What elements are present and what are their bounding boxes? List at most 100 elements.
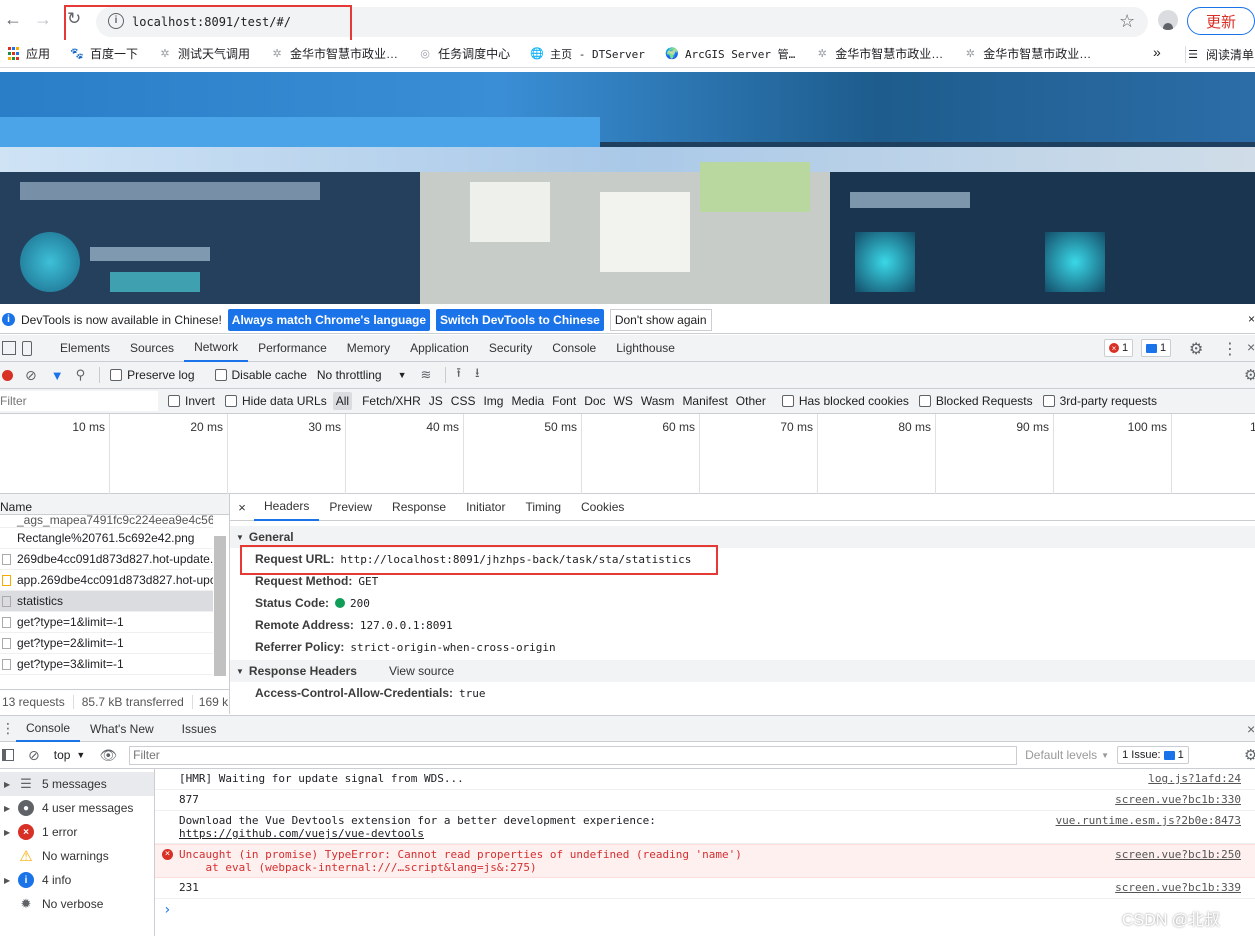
bookmark-task-center[interactable]: ◎ 任务调度中心 — [418, 45, 510, 62]
blocked-requests-checkbox[interactable] — [918, 395, 931, 407]
type-filter-fetch-xhr[interactable]: Fetch/XHR — [362, 394, 421, 408]
disable-cache-checkbox[interactable] — [214, 369, 227, 381]
console-settings-gear-icon[interactable]: ⚙ — [1244, 746, 1255, 764]
export-har-icon[interactable]: ⭳ — [475, 364, 480, 386]
type-filter-font[interactable]: Font — [552, 394, 576, 408]
reading-list[interactable]: ☰ 阅读清单 — [1185, 46, 1254, 63]
tab-console[interactable]: Console — [542, 335, 606, 362]
request-row[interactable]: get?type=3&limit=-1 — [0, 654, 213, 675]
bookmark-jinhua-3[interactable]: ✲ 金华市智慧市政业… — [963, 45, 1092, 62]
inspect-element-icon[interactable] — [2, 341, 16, 355]
invert-checkbox[interactable] — [168, 395, 180, 407]
switch-to-chinese-button[interactable]: Switch DevTools to Chinese — [436, 308, 604, 331]
message-source-link[interactable]: log.js?1afd:24 — [1148, 772, 1241, 785]
message-source-link[interactable]: screen.vue?bc1b:250 — [1115, 848, 1241, 861]
clear-icon[interactable]: ⊘ — [25, 367, 37, 384]
bookmark-star-icon[interactable]: ☆ — [1119, 11, 1135, 32]
type-filter-all[interactable]: All — [332, 392, 353, 410]
profile-avatar-icon[interactable] — [1158, 10, 1178, 30]
bookmark-jinhua-1[interactable]: ✲ 金华市智慧市政业… — [270, 45, 398, 62]
message-source-link[interactable]: screen.vue?bc1b:339 — [1115, 881, 1241, 894]
network-filter-input[interactable] — [0, 391, 158, 411]
infobar-close-icon[interactable]: × — [1248, 312, 1255, 326]
request-list-scrollbar[interactable] — [214, 536, 226, 676]
back-arrow-icon[interactable]: ← — [4, 9, 22, 30]
tab-initiator[interactable]: Initiator — [456, 494, 515, 521]
message-source-link[interactable]: vue.runtime.esm.js?2b0e:8473 — [1056, 814, 1241, 827]
request-row[interactable]: 269dbe4cc091d873d827.hot-update.j — [0, 549, 213, 570]
sidebar-item-errors[interactable]: ▶ × 1 error — [0, 820, 154, 844]
type-filter-js[interactable]: JS — [429, 394, 443, 408]
more-bookmarks-chevron-icon[interactable]: » — [1153, 44, 1161, 60]
close-drawer-icon[interactable]: × — [1247, 721, 1255, 737]
type-filter-doc[interactable]: Doc — [584, 394, 605, 408]
record-stop-icon[interactable] — [2, 369, 13, 381]
sidebar-item-info[interactable]: ▶ i 4 info — [0, 868, 154, 892]
sidebar-item-user-messages[interactable]: ▶ ● 4 user messages — [0, 796, 154, 820]
tab-headers[interactable]: Headers — [254, 494, 320, 521]
error-stack-line[interactable]: at eval (webpack-internal:///…script&lan… — [179, 861, 1241, 874]
tab-performance[interactable]: Performance — [248, 335, 337, 362]
always-match-language-button[interactable]: Always match Chrome's language — [227, 308, 431, 331]
issues-badge[interactable]: 1 Issue: 1 — [1117, 746, 1189, 764]
bookmark-weather[interactable]: ✲ 测试天气调用 — [158, 45, 250, 62]
request-row[interactable]: get?type=1&limit=-1 — [0, 612, 213, 633]
context-selector[interactable]: top — [54, 748, 71, 762]
sidebar-item-warnings[interactable]: ⚠ No warnings — [0, 844, 154, 868]
drawer-tab-issues[interactable]: Issues — [172, 715, 227, 742]
filter-funnel-icon[interactable]: ▼ — [51, 368, 64, 383]
tab-security[interactable]: Security — [479, 335, 542, 362]
tab-cookies[interactable]: Cookies — [571, 494, 634, 521]
error-count-badge[interactable]: × 1 — [1104, 339, 1134, 357]
drawer-tab-whats-new[interactable]: What's New — [80, 715, 164, 742]
tab-memory[interactable]: Memory — [337, 335, 400, 362]
bookmark-apps[interactable]: 应用 — [6, 45, 50, 62]
device-toolbar-icon[interactable] — [22, 340, 32, 356]
sidebar-item-messages[interactable]: ▶ ☰ 5 messages — [0, 772, 154, 796]
network-timeline-overview[interactable]: 10 ms 20 ms 30 ms 40 ms 50 ms 60 ms 70 m… — [0, 414, 1255, 494]
dont-show-again-button[interactable]: Don't show again — [609, 308, 712, 331]
toggle-sidebar-icon[interactable] — [2, 749, 14, 761]
request-row[interactable]: app.269dbe4cc091d873d827.hot-upc — [0, 570, 213, 591]
message-count-badge[interactable]: 1 — [1141, 339, 1172, 357]
preserve-log-checkbox[interactable] — [110, 369, 123, 381]
update-button[interactable]: 更新 — [1187, 7, 1255, 35]
more-options-icon[interactable]: ⋮ — [1222, 339, 1238, 359]
tab-application[interactable]: Application — [400, 335, 479, 362]
tab-elements[interactable]: Elements — [50, 335, 120, 362]
hide-data-urls-checkbox[interactable] — [225, 395, 238, 407]
console-prompt[interactable]: › — [155, 899, 1255, 921]
tab-lighthouse[interactable]: Lighthouse — [606, 335, 685, 362]
tab-sources[interactable]: Sources — [120, 335, 184, 362]
search-icon[interactable]: ⚲ — [76, 367, 86, 383]
vue-devtools-link[interactable]: https://github.com/vuejs/vue-devtools — [179, 827, 1241, 840]
default-levels-select[interactable]: Default levels — [1025, 748, 1097, 762]
request-row[interactable]: get?type=2&limit=-1 — [0, 633, 213, 654]
drawer-menu-icon[interactable]: ⋮ — [0, 720, 16, 737]
message-source-link[interactable]: screen.vue?bc1b:330 — [1115, 793, 1241, 806]
type-filter-ws[interactable]: WS — [614, 394, 633, 408]
has-blocked-cookies-checkbox[interactable] — [781, 395, 794, 407]
type-filter-img[interactable]: Img — [483, 394, 503, 408]
close-details-icon[interactable]: × — [230, 500, 254, 515]
network-settings-gear-icon[interactable]: ⚙ — [1244, 366, 1255, 384]
type-filter-wasm[interactable]: Wasm — [641, 394, 675, 408]
bookmark-arcgis[interactable]: 🌍 ArcGIS Server 管… — [665, 46, 795, 62]
type-filter-css[interactable]: CSS — [451, 394, 476, 408]
bookmark-dtserver[interactable]: 🌐 主页 - DTServer — [530, 46, 645, 62]
clear-console-icon[interactable]: ⊘ — [28, 747, 40, 764]
throttling-select[interactable]: No throttling — [317, 368, 382, 382]
request-row[interactable]: _ags_mapea7491fc9c224eea9e4c561. — [0, 515, 213, 528]
tab-network[interactable]: Network — [184, 335, 249, 362]
request-row-selected[interactable]: statistics — [0, 591, 213, 612]
console-filter-input[interactable] — [129, 745, 1018, 765]
settings-gear-icon[interactable]: ⚙ — [1189, 339, 1203, 359]
tab-timing[interactable]: Timing — [515, 494, 571, 521]
response-headers-section-header[interactable]: ▼ Response Headers View source — [230, 660, 1255, 682]
bookmark-jinhua-2[interactable]: ✲ 金华市智慧市政业… — [815, 45, 944, 62]
tab-preview[interactable]: Preview — [319, 494, 382, 521]
request-row[interactable]: Rectangle%20761.5c692e42.png — [0, 528, 213, 549]
drawer-tab-console[interactable]: Console — [16, 715, 81, 742]
context-dropdown-icon[interactable]: ▼ — [76, 750, 85, 760]
type-filter-manifest[interactable]: Manifest — [682, 394, 727, 408]
